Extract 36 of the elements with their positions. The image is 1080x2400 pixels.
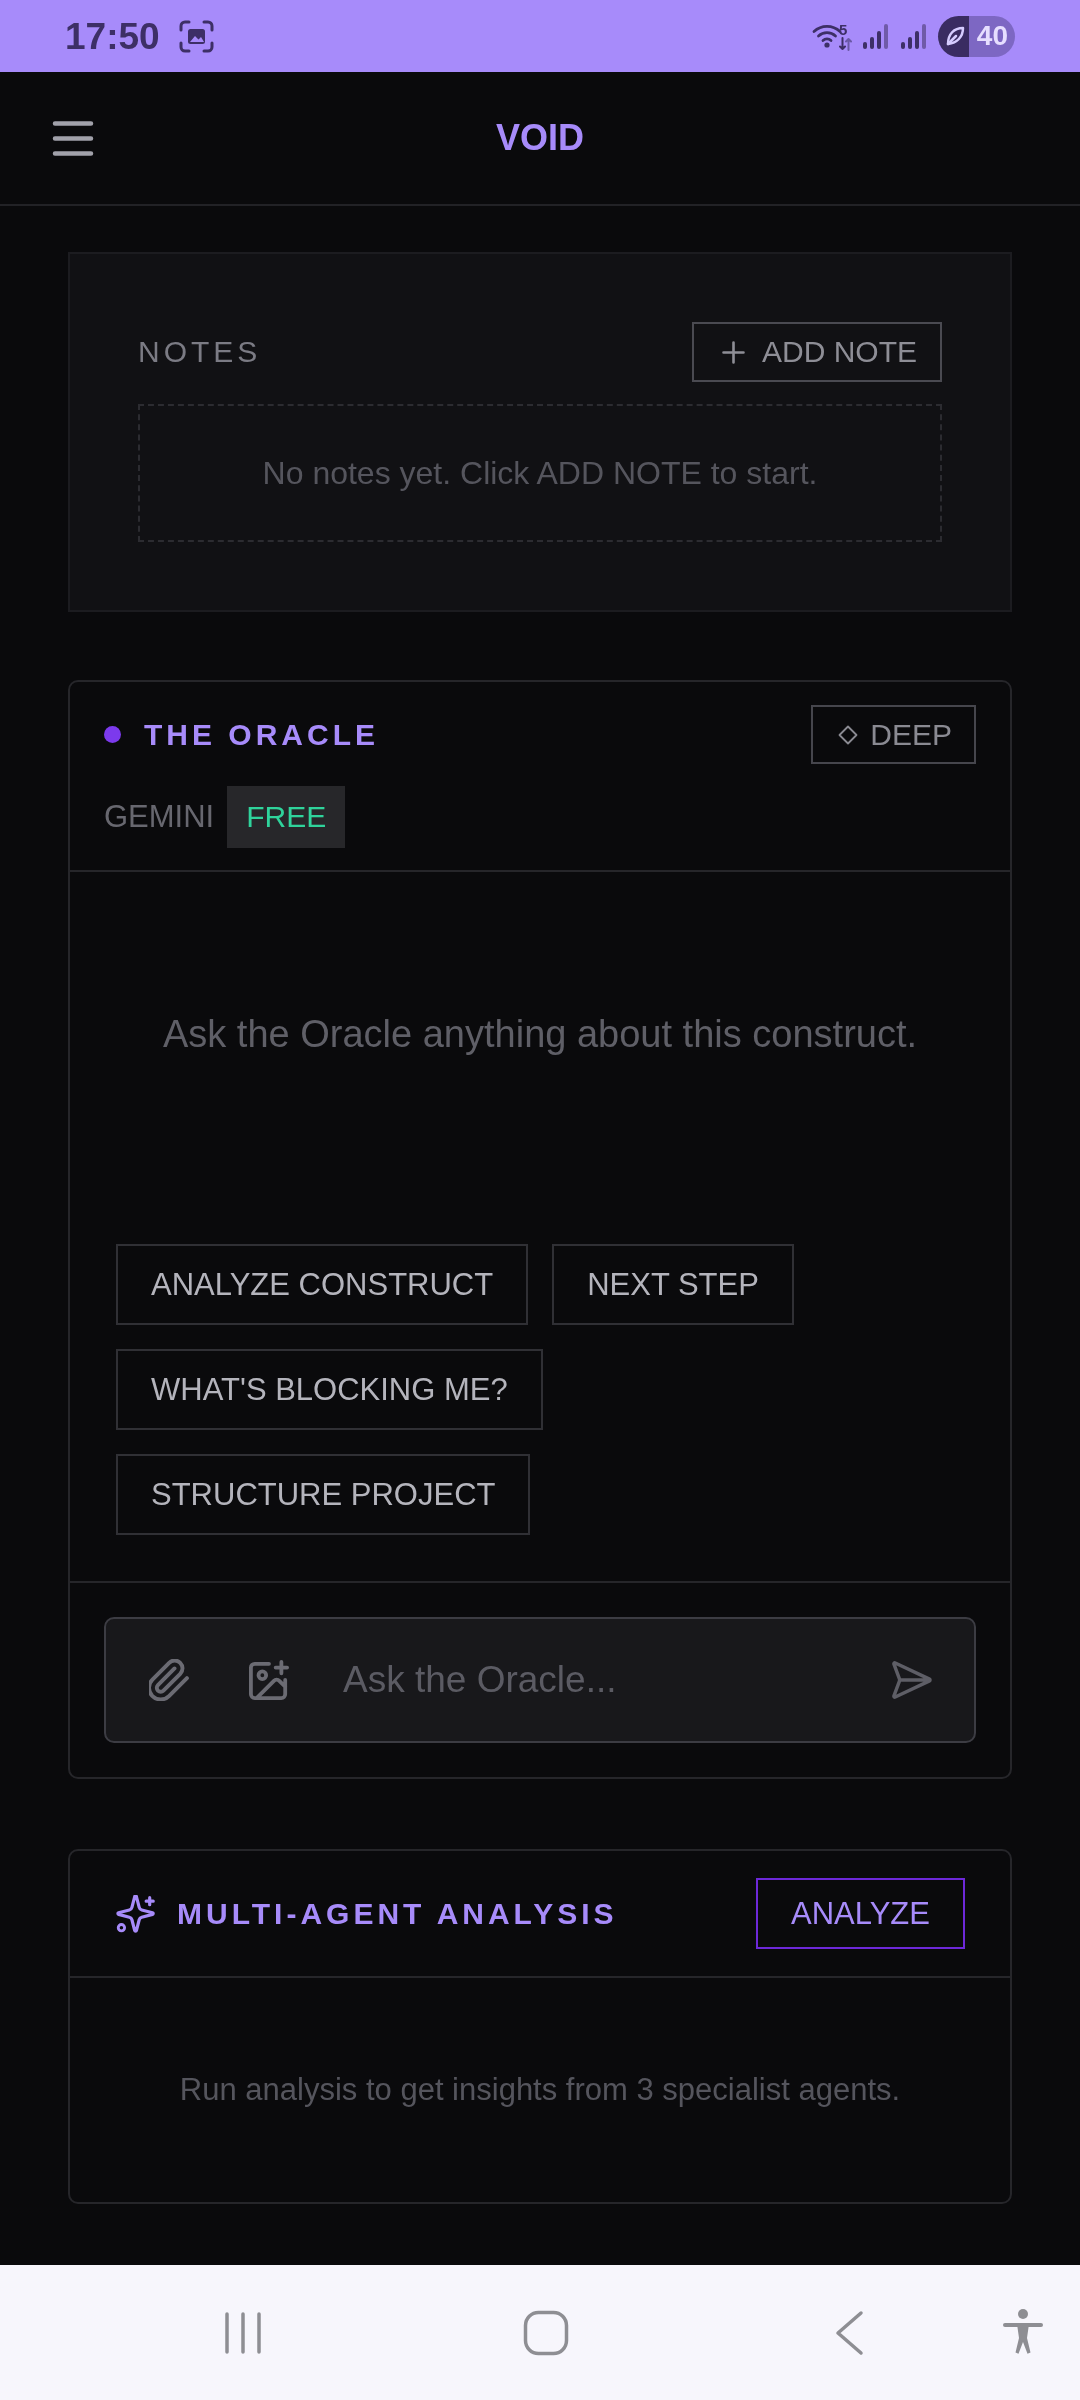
data-arrows-icon bbox=[839, 36, 852, 51]
suggestion-chip[interactable]: STRUCTURE PROJECT bbox=[116, 1454, 531, 1535]
multi-agent-title: MULTI-AGENT ANALYSIS bbox=[177, 1895, 618, 1932]
menu-icon[interactable] bbox=[52, 119, 94, 157]
home-icon[interactable] bbox=[523, 2309, 569, 2356]
battery-level-text: 40 bbox=[976, 22, 1008, 50]
status-dot-icon bbox=[104, 726, 121, 743]
model-label: GEMINI bbox=[104, 798, 215, 836]
oracle-title: THE ORACLE bbox=[144, 716, 379, 753]
oracle-prompt: Ask the Oracle anything about this construct. bbox=[161, 1012, 919, 1057]
leaf-icon bbox=[945, 25, 965, 47]
suggestion-chip[interactable]: NEXT STEP bbox=[552, 1244, 794, 1325]
analysis-empty-message: Run analysis to get insights from 3 specialist agents. bbox=[179, 2071, 901, 2109]
sparkle-icon bbox=[116, 1894, 156, 1933]
tier-badge: FREE bbox=[227, 786, 346, 848]
notes-empty-message: No notes yet. Click ADD NOTE to start. bbox=[138, 404, 942, 542]
back-icon[interactable] bbox=[834, 2309, 864, 2356]
app-title: VOID bbox=[496, 116, 584, 160]
signal-icon bbox=[862, 22, 890, 50]
notes-title: NOTES bbox=[138, 334, 262, 370]
status-time: 17:50 bbox=[65, 17, 160, 55]
analyze-button[interactable]: ANALYZE bbox=[756, 1878, 965, 1949]
recent-apps-icon[interactable] bbox=[222, 2310, 264, 2355]
image-add-icon[interactable] bbox=[249, 1660, 289, 1700]
paperclip-icon[interactable] bbox=[149, 1659, 189, 1701]
suggestion-chip[interactable]: ANALYZE CONSTRUCT bbox=[116, 1244, 529, 1325]
plus-icon bbox=[722, 340, 745, 364]
send-icon[interactable] bbox=[892, 1661, 932, 1699]
picture-frame-icon bbox=[178, 19, 214, 53]
message-input[interactable]: Ask the Oracle... bbox=[343, 1655, 872, 1705]
diamond-icon bbox=[838, 724, 859, 745]
signal-icon bbox=[900, 22, 928, 50]
add-note-button[interactable]: ADD NOTE bbox=[692, 322, 942, 382]
network-type-label: 5 bbox=[839, 21, 848, 37]
deep-mode-button[interactable]: DEEP bbox=[811, 705, 976, 764]
suggestion-chip[interactable]: WHAT'S BLOCKING ME? bbox=[116, 1349, 543, 1430]
